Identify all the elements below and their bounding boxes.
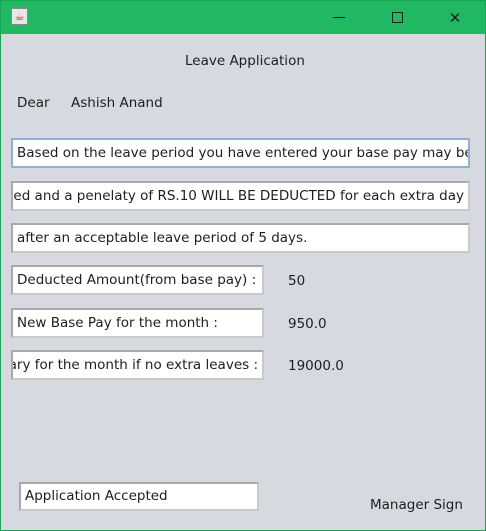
salary-label-text: alary for the month if no extra leaves : bbox=[11, 357, 258, 373]
form-panel: Leave Application Dear Ashish Anand Base… bbox=[1, 34, 485, 530]
message-field-1[interactable]: Based on the leave period you have enter… bbox=[11, 138, 470, 168]
message-field-2-text: ed and a penelaty of RS.10 WILL BE DEDUC… bbox=[13, 188, 464, 204]
close-button[interactable]: ✕ bbox=[426, 1, 484, 34]
deducted-amount-label-field[interactable]: Deducted Amount(from base pay) : bbox=[11, 265, 264, 295]
greeting-label: Dear bbox=[17, 95, 50, 111]
java-cup-icon: ☕ bbox=[11, 8, 28, 25]
minimize-icon bbox=[333, 17, 345, 18]
maximize-icon bbox=[391, 12, 403, 23]
close-icon: ✕ bbox=[448, 8, 462, 27]
salary-label-field[interactable]: alary for the month if no extra leaves : bbox=[11, 350, 264, 380]
application-status-field[interactable]: Application Accepted bbox=[19, 482, 259, 511]
maximize-button[interactable] bbox=[368, 1, 426, 34]
minimize-button[interactable] bbox=[310, 1, 368, 34]
leave-application-window: ☕ ✕ Leave Application Dear Ashish Anand … bbox=[0, 0, 486, 531]
title-bar[interactable]: ☕ ✕ bbox=[1, 1, 485, 34]
message-field-3[interactable]: after an acceptable leave period of 5 da… bbox=[11, 223, 470, 253]
new-base-pay-label-field[interactable]: New Base Pay for the month : bbox=[11, 308, 264, 338]
message-field-2[interactable]: ed and a penelaty of RS.10 WILL BE DEDUC… bbox=[11, 181, 470, 211]
salary-value: 19000.0 bbox=[288, 358, 344, 374]
new-base-pay-value: 950.0 bbox=[288, 316, 327, 332]
employee-name: Ashish Anand bbox=[71, 95, 163, 111]
manager-sign-label: Manager Sign bbox=[370, 497, 463, 513]
form-heading: Leave Application bbox=[185, 53, 305, 69]
deducted-amount-value: 50 bbox=[288, 273, 306, 289]
